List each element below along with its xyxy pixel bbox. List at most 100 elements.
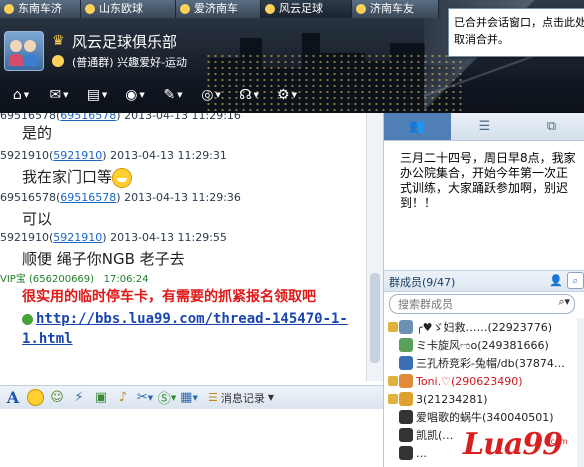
search-icon[interactable]: ⌕ bbox=[567, 272, 584, 289]
tab-session[interactable]: 爱济南车 bbox=[176, 0, 261, 18]
member-name: Toni.♡(290623490) bbox=[416, 374, 523, 388]
member-name: 凯凯(… bbox=[416, 429, 454, 442]
tab-label: 东南车济 bbox=[18, 2, 62, 15]
scroll-thumb[interactable] bbox=[370, 273, 380, 363]
image-icon[interactable]: ▣ bbox=[92, 389, 110, 407]
group-side-panel: 👥 ☰ ⧉ 三月二十四号，周日早8点，我家办公院集合，开始今年第一次正式训练，大… bbox=[383, 113, 584, 467]
tab-label: 济南车友 bbox=[370, 2, 414, 15]
member-name: 3(21234281) bbox=[416, 392, 488, 406]
side-tabs: 👥 ☰ ⧉ bbox=[384, 113, 584, 141]
avatar-body bbox=[24, 54, 38, 66]
group-avatar[interactable] bbox=[4, 31, 44, 71]
search-dropdown-icon[interactable]: ⌕▾ bbox=[558, 295, 570, 309]
album-icon[interactable]: ◉ ▼ bbox=[118, 85, 152, 105]
message-time: 17:06:24 bbox=[103, 274, 149, 285]
emoji-icon[interactable] bbox=[26, 389, 44, 407]
app-icon[interactable]: ◎ ▼ bbox=[194, 85, 228, 105]
member-name: ╭♥ゞ妇救……(22923776) bbox=[416, 321, 553, 334]
members-title: 群成员(9/47) bbox=[389, 276, 456, 289]
more-icon[interactable]: ▦ ▼ bbox=[180, 389, 198, 407]
avatar-body bbox=[9, 54, 23, 66]
member-item[interactable]: 爱唱歌的蜗牛(340040501) bbox=[384, 408, 576, 426]
add-member-icon[interactable]: 👤 bbox=[549, 274, 563, 287]
tab-session[interactable]: 济南车友 bbox=[352, 0, 439, 18]
magic-emoji-icon[interactable]: ☺ bbox=[48, 389, 66, 407]
member-avatar bbox=[399, 356, 413, 370]
shake-icon[interactable]: ⚡ bbox=[70, 389, 88, 407]
ad-text: 很实用的临时停车卡，有需要的抓紧报名领取吧 bbox=[22, 289, 316, 305]
input-toolbar: A ☺ ⚡ ▣ ♪ ✂ ▼ Ⓢ ▼ ▦ ▼ ☰ 消息记录 ▼ bbox=[0, 385, 383, 409]
member-item[interactable]: 三孔桥竞彩-兔帽/db(37874… bbox=[384, 354, 576, 372]
tab-label: 风云足球 bbox=[279, 2, 323, 15]
tooltip-text: 已合并会话窗口，点击此处取消合并。 bbox=[454, 16, 584, 46]
sender-qq-link[interactable]: 5921910 bbox=[53, 149, 102, 162]
vote-icon[interactable]: ✎ ▼ bbox=[156, 85, 190, 105]
member-search-input[interactable] bbox=[396, 295, 550, 313]
message-history-button[interactable]: ☰ 消息记录 ▼ bbox=[208, 390, 274, 406]
merge-tooltip[interactable]: 已合并会话窗口，点击此处取消合并。 bbox=[448, 8, 584, 57]
members-header: 群成员(9/47) 👤 ⌕ bbox=[384, 270, 584, 292]
badge-placeholder bbox=[388, 430, 398, 440]
member-search[interactable]: ⌕▾ bbox=[389, 294, 575, 314]
member-avatar bbox=[399, 320, 413, 334]
chat-message: 5921910(5921910) 2013-04-13 11:29:55 顺便 … bbox=[0, 231, 227, 269]
member-item[interactable]: 3(21234281) bbox=[384, 390, 576, 408]
member-avatar bbox=[399, 392, 413, 406]
info-icon bbox=[22, 313, 33, 325]
chat-message: 5921910(5921910) 2013-04-13 11:29:31 我在家… bbox=[0, 149, 227, 188]
message-text: 是的 bbox=[22, 124, 53, 142]
member-name: … bbox=[416, 446, 427, 460]
ad-link-text[interactable]: http://bbs.lua99.com/thread-145470-1-1.h… bbox=[22, 311, 348, 347]
badge-placeholder bbox=[388, 412, 398, 422]
chat-history[interactable]: 69516578(69516578) 2013-04-13 11:29:16 是… bbox=[0, 113, 366, 381]
admin-badge-icon bbox=[388, 322, 398, 332]
gift-icon[interactable]: Ⓢ ▼ bbox=[158, 389, 176, 407]
sender-name: VIP宝 (656200669) bbox=[0, 274, 95, 285]
owner-badge-icon bbox=[388, 376, 398, 386]
crown-icon: ♛ bbox=[52, 33, 65, 49]
settings-icon[interactable]: ⚙ ▼ bbox=[270, 85, 304, 105]
message-meta: 69516578(69516578) 2013-04-13 11:29:36 bbox=[0, 191, 241, 204]
group-icon bbox=[265, 4, 275, 14]
message-time: 2013-04-13 11:29:55 bbox=[110, 231, 227, 244]
tab-windows[interactable]: ⧉ bbox=[518, 113, 584, 140]
tab-session-active[interactable]: 风云足球 bbox=[261, 0, 352, 18]
sender-qq-link[interactable]: 69516578 bbox=[60, 113, 116, 122]
ad-link[interactable]: http://bbs.lua99.com/thread-145470-1-1.h… bbox=[0, 309, 358, 349]
screenshot-icon[interactable]: ✂ ▼ bbox=[136, 389, 154, 407]
members-icon: 👥 bbox=[409, 119, 426, 134]
sender-qq-link[interactable]: 69516578 bbox=[60, 191, 116, 204]
badge-placeholder bbox=[388, 340, 398, 350]
music-icon[interactable]: ♪ bbox=[114, 389, 132, 407]
member-scrollbar[interactable] bbox=[577, 318, 584, 467]
member-item[interactable]: ╭♥ゞ妇救……(22923776) bbox=[384, 318, 576, 336]
home-icon[interactable]: ⌂ ▼ bbox=[4, 85, 38, 105]
chat-scrollbar[interactable] bbox=[366, 113, 384, 381]
admin-badge-icon bbox=[388, 394, 398, 404]
group-type-icon bbox=[52, 55, 64, 67]
member-item[interactable]: Toni.♡(290623490) bbox=[384, 372, 576, 390]
group-name[interactable]: 风云足球俱乐部 bbox=[72, 31, 177, 52]
history-icon: ☰ bbox=[208, 391, 218, 404]
message-meta: 5921910(5921910) 2013-04-13 11:29:55 bbox=[0, 231, 227, 244]
tab-session[interactable]: 山东欧球 bbox=[81, 0, 176, 18]
tab-list[interactable]: ☰ bbox=[451, 113, 518, 140]
message-input[interactable] bbox=[0, 410, 383, 467]
member-avatar bbox=[399, 428, 413, 442]
member-avatar bbox=[399, 374, 413, 388]
chevron-down-icon: ▼ bbox=[267, 393, 275, 402]
tab-members[interactable]: 👥 bbox=[384, 113, 451, 140]
tab-label: 爱济南车 bbox=[194, 2, 238, 15]
member-item[interactable]: ミ卡旋风ಌo(249381666) bbox=[384, 336, 576, 354]
message-time: 2013-04-13 11:29:31 bbox=[110, 149, 227, 162]
files-icon[interactable]: ▤ ▼ bbox=[80, 85, 114, 105]
tab-session[interactable]: 东南车济 bbox=[0, 0, 81, 18]
member-name: 三孔桥竞彩-兔帽/db(37874… bbox=[416, 357, 565, 370]
sender-qq-link[interactable]: 5921910 bbox=[53, 231, 102, 244]
font-icon[interactable]: A bbox=[4, 388, 22, 407]
qzone-icon[interactable]: ✉ ▼ bbox=[42, 85, 76, 105]
notice-icon[interactable]: ☊ ▼ bbox=[232, 85, 266, 105]
message-time: 2013-04-13 11:29:16 bbox=[124, 113, 241, 122]
member-avatar bbox=[399, 410, 413, 424]
sender-name: 69516578 bbox=[0, 191, 56, 204]
